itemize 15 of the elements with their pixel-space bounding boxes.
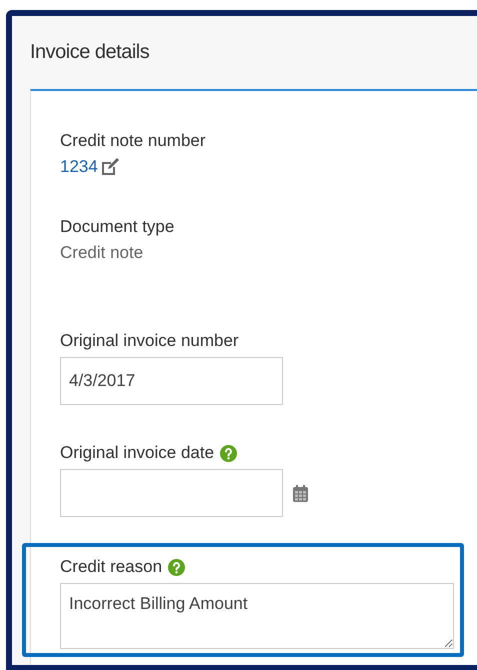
field-value: Credit note: [60, 243, 144, 263]
help-icon[interactable]: [220, 444, 238, 462]
text-area[interactable]: Incorrect Billing Amount: [60, 583, 454, 649]
field-label: Original invoice number: [60, 331, 239, 351]
field-label: Credit reason: [60, 557, 162, 577]
calendar-icon[interactable]: [293, 484, 308, 502]
field-label: Credit note number: [60, 131, 206, 151]
field-label: Document type: [60, 217, 174, 237]
field-label: Original invoice date: [60, 443, 214, 463]
date-field[interactable]: [60, 469, 283, 517]
input-field[interactable]: 4/3/2017: [60, 357, 283, 405]
help-icon[interactable]: [168, 558, 186, 576]
panel-title: Invoice details: [30, 41, 150, 64]
edit-icon[interactable]: [100, 157, 120, 177]
credit-note-link[interactable]: 1234: [60, 157, 98, 177]
